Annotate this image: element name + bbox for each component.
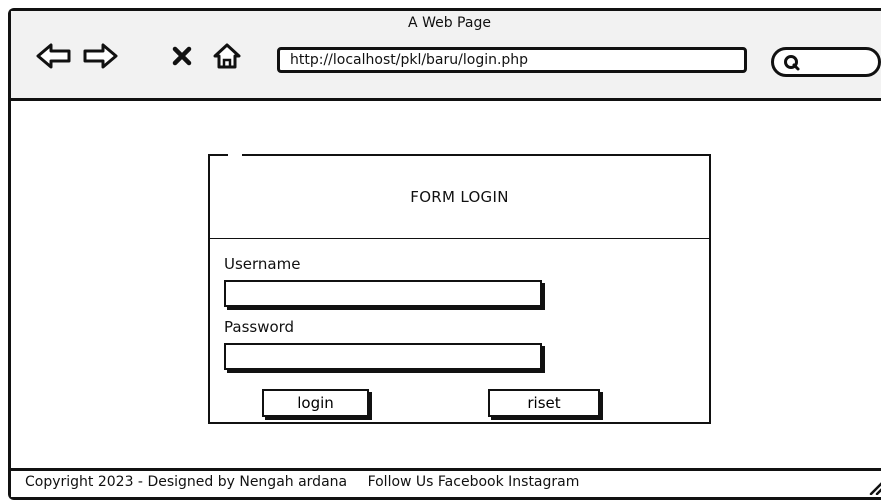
form-title: FORM LOGIN (210, 156, 709, 239)
password-label: Password (224, 318, 295, 336)
forward-button[interactable] (81, 41, 119, 71)
reset-button[interactable]: riset (488, 389, 600, 417)
browser-toolbar: A Web Page http://localhost/pkl/baru/log… (11, 11, 881, 101)
stop-button[interactable] (169, 41, 195, 71)
home-button[interactable] (210, 41, 244, 71)
window-title: A Web Page (408, 15, 491, 31)
login-form: FORM LOGIN Username Password login riset (208, 153, 711, 424)
username-label: Username (224, 255, 301, 273)
home-icon (213, 43, 241, 69)
page-footer: Copyright 2023 - Designed by Nengah arda… (11, 468, 881, 497)
search-icon (784, 55, 800, 71)
close-icon (172, 46, 192, 66)
left-arrow-icon (36, 43, 71, 69)
right-arrow-icon (83, 43, 118, 69)
search-box[interactable] (771, 47, 881, 77)
follow-us-text: Follow Us Facebook Instagram (367, 474, 580, 490)
password-input[interactable] (224, 343, 542, 370)
back-button[interactable] (35, 41, 73, 71)
browser-window: A Web Page http://localhost/pkl/baru/log… (8, 8, 881, 500)
page-content: FORM LOGIN Username Password login riset (11, 101, 881, 471)
login-button[interactable]: login (262, 389, 369, 417)
username-input[interactable] (224, 280, 542, 307)
address-bar[interactable]: http://localhost/pkl/baru/login.php (277, 47, 747, 73)
copyright-text: Copyright 2023 - Designed by Nengah arda… (25, 474, 348, 490)
resize-handle-icon[interactable] (868, 479, 881, 495)
